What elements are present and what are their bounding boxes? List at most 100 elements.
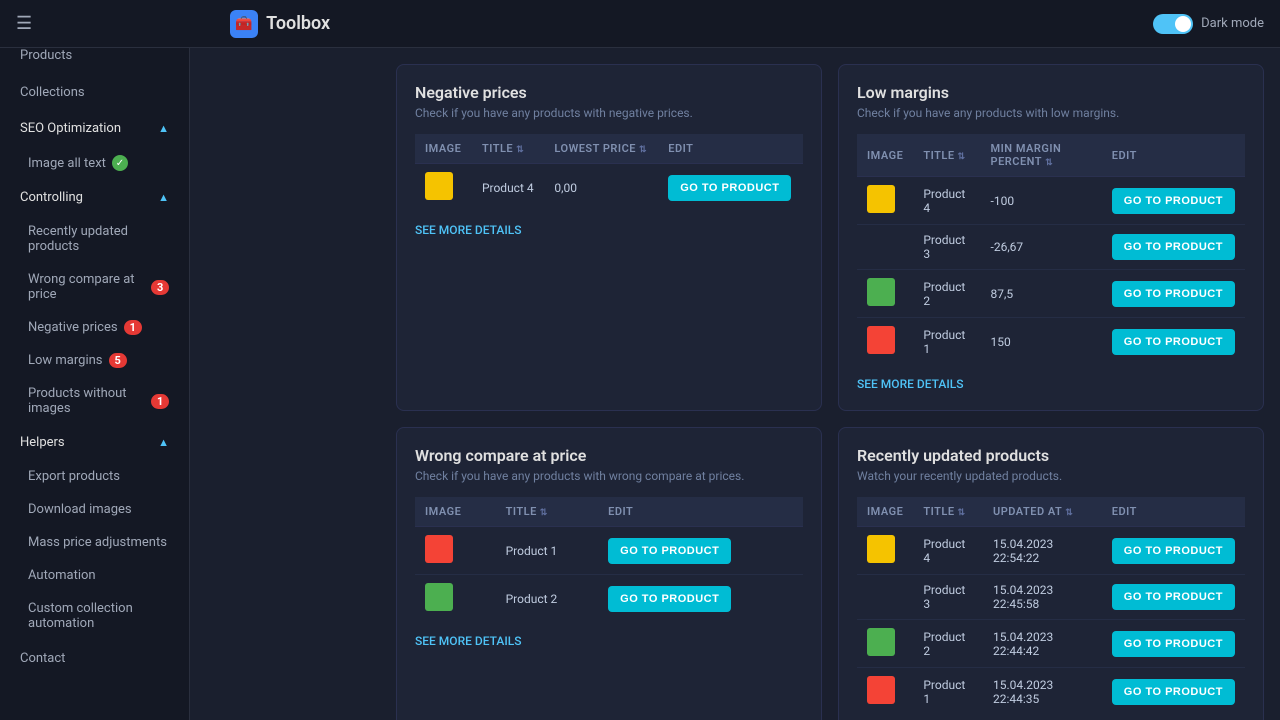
table-row: Product 3 -26,67 GO TO PRODUCT — [857, 225, 1245, 270]
product-image-cell — [857, 225, 913, 270]
col-title-wc: TITLE⇅ — [496, 497, 599, 527]
app-logo: 🧰 Toolbox — [230, 10, 330, 38]
hamburger-button[interactable]: ☰ — [16, 13, 32, 34]
negative-prices-see-more[interactable]: SEE MORE DETAILS — [415, 223, 521, 237]
toggle-switch[interactable] — [1153, 14, 1193, 34]
low-margins-see-more[interactable]: SEE MORE DETAILS — [857, 377, 963, 391]
sidebar-seo-header[interactable]: SEO Optimization ▲ — [0, 111, 189, 146]
dark-mode-label: Dark mode — [1201, 16, 1264, 31]
go-to-product-button[interactable]: GO TO PRODUCT — [1112, 679, 1235, 705]
contact-label: Contact — [20, 651, 65, 666]
product-image-cell — [415, 575, 496, 623]
product-color-swatch — [867, 535, 895, 563]
table-row: Product 1 GO TO PRODUCT — [415, 527, 803, 575]
product-edit-cell: GO TO PRODUCT — [1102, 527, 1245, 575]
logo-icon: 🧰 — [230, 10, 258, 38]
mass-price-label: Mass price adjustments — [28, 535, 167, 550]
go-to-product-button[interactable]: GO TO PRODUCT — [1112, 281, 1235, 307]
product-color-swatch — [425, 583, 453, 611]
table-row: Product 4 -100 GO TO PRODUCT — [857, 177, 1245, 225]
product-image-cell — [857, 270, 913, 318]
sidebar-controlling-header[interactable]: Controlling ▲ — [0, 180, 189, 215]
recently-updated-subtitle: Watch your recently updated products. — [857, 469, 1245, 483]
product-title-cell: Product 3 — [913, 575, 983, 620]
dark-mode-toggle[interactable]: Dark mode — [1153, 14, 1264, 34]
product-title-cell: Product 1 — [913, 668, 983, 716]
product-lowest-price-cell: 0,00 — [544, 164, 658, 212]
product-title-cell: Product 1 — [913, 318, 980, 366]
sidebar-item-wrong-compare[interactable]: Wrong compare at price 3 — [0, 263, 189, 311]
product-updated-at-cell: 15.04.2023 22:44:42 — [983, 620, 1102, 668]
go-to-product-button[interactable]: GO TO PRODUCT — [1112, 538, 1235, 564]
product-color-swatch — [867, 676, 895, 704]
low-margins-subtitle: Check if you have any products with low … — [857, 106, 1245, 120]
product-edit-cell: GO TO PRODUCT — [1102, 177, 1245, 225]
wrong-compare-table: IMAGE TITLE⇅ EDIT Product 1 GO TO PRODUC… — [415, 497, 803, 622]
wrong-compare-subtitle: Check if you have any products with wron… — [415, 469, 803, 483]
product-color-swatch — [867, 628, 895, 656]
product-edit-cell: GO TO PRODUCT — [658, 164, 803, 212]
sidebar-item-negative-prices[interactable]: Negative prices 1 — [0, 311, 189, 344]
go-to-product-button[interactable]: GO TO PRODUCT — [668, 175, 791, 201]
sidebar-item-export-products[interactable]: Export products — [0, 460, 189, 493]
app-title: Toolbox — [266, 13, 330, 34]
product-title-cell: Product 4 — [913, 527, 983, 575]
wrong-compare-label: Wrong compare at price — [28, 272, 145, 302]
product-image-cell — [857, 575, 913, 620]
product-title-cell: Product 4 — [913, 177, 980, 225]
table-row: Product 2 15.04.2023 22:44:42 GO TO PROD… — [857, 620, 1245, 668]
go-to-product-button[interactable]: GO TO PRODUCT — [1112, 631, 1235, 657]
col-edit-lm: EDIT — [1102, 134, 1245, 177]
product-title-cell: Product 2 — [913, 270, 980, 318]
table-row: Product 4 0,00 GO TO PRODUCT — [415, 164, 803, 212]
product-edit-cell: GO TO PRODUCT — [1102, 318, 1245, 366]
product-edit-cell: GO TO PRODUCT — [598, 527, 803, 575]
product-color-swatch — [425, 172, 453, 200]
helpers-chevron-icon: ▲ — [158, 436, 169, 449]
recently-updated-card: Recently updated products Watch your rec… — [838, 427, 1264, 720]
helpers-label: Helpers — [20, 435, 65, 450]
go-to-product-button[interactable]: GO TO PRODUCT — [608, 586, 731, 612]
product-title-cell: Product 1 — [496, 527, 599, 575]
sidebar-item-products-without-images[interactable]: Products without images 1 — [0, 377, 189, 425]
sidebar-item-download-images[interactable]: Download images — [0, 493, 189, 526]
table-row: Product 2 GO TO PRODUCT — [415, 575, 803, 623]
sidebar-item-custom-collection[interactable]: Custom collection automation — [0, 592, 189, 640]
col-updated-at-ru: UPDATED AT⇅ — [983, 497, 1102, 527]
go-to-product-button[interactable]: GO TO PRODUCT — [1112, 584, 1235, 610]
table-row: Product 1 15.04.2023 22:44:35 GO TO PROD… — [857, 668, 1245, 716]
sidebar-item-mass-price[interactable]: Mass price adjustments — [0, 526, 189, 559]
product-title-cell: Product 2 — [913, 620, 983, 668]
col-min-margin-lm: MIN MARGIN PERCENT⇅ — [981, 134, 1102, 177]
product-image-cell — [857, 668, 913, 716]
wrong-compare-see-more[interactable]: SEE MORE DETAILS — [415, 634, 521, 648]
go-to-product-button[interactable]: GO TO PRODUCT — [1112, 234, 1235, 260]
go-to-product-button[interactable]: GO TO PRODUCT — [1112, 188, 1235, 214]
sidebar-item-image-alt-text[interactable]: Image all text ✓ — [0, 146, 189, 180]
product-title-cell: Product 3 — [913, 225, 980, 270]
sidebar-item-collections[interactable]: Collections — [0, 74, 189, 111]
product-margin-cell: -26,67 — [981, 225, 1102, 270]
product-margin-cell: -100 — [981, 177, 1102, 225]
col-title-np: TITLE⇅ — [472, 134, 544, 164]
product-updated-at-cell: 15.04.2023 22:54:22 — [983, 527, 1102, 575]
col-edit-wc: EDIT — [598, 497, 803, 527]
collections-label: Collections — [20, 85, 85, 100]
image-alt-text-label: Image all text — [28, 156, 106, 171]
sidebar-item-recently-updated[interactable]: Recently updated products — [0, 215, 189, 263]
table-row: Product 3 15.04.2023 22:45:58 GO TO PROD… — [857, 575, 1245, 620]
products-without-images-badge: 1 — [151, 394, 169, 409]
controlling-label: Controlling — [20, 190, 83, 205]
low-margins-badge: 5 — [109, 353, 127, 368]
col-edit-np: EDIT — [658, 134, 803, 164]
sidebar-item-automation[interactable]: Automation — [0, 559, 189, 592]
product-title-cell: Product 4 — [472, 164, 544, 212]
sidebar-item-low-margins[interactable]: Low margins 5 — [0, 344, 189, 377]
sidebar-helpers-header[interactable]: Helpers ▲ — [0, 425, 189, 460]
product-margin-cell: 87,5 — [981, 270, 1102, 318]
go-to-product-button[interactable]: GO TO PRODUCT — [608, 538, 731, 564]
product-image-cell — [415, 164, 472, 212]
seo-chevron-icon: ▲ — [158, 122, 169, 135]
go-to-product-button[interactable]: GO TO PRODUCT — [1112, 329, 1235, 355]
sidebar-item-contact[interactable]: Contact — [0, 640, 189, 677]
